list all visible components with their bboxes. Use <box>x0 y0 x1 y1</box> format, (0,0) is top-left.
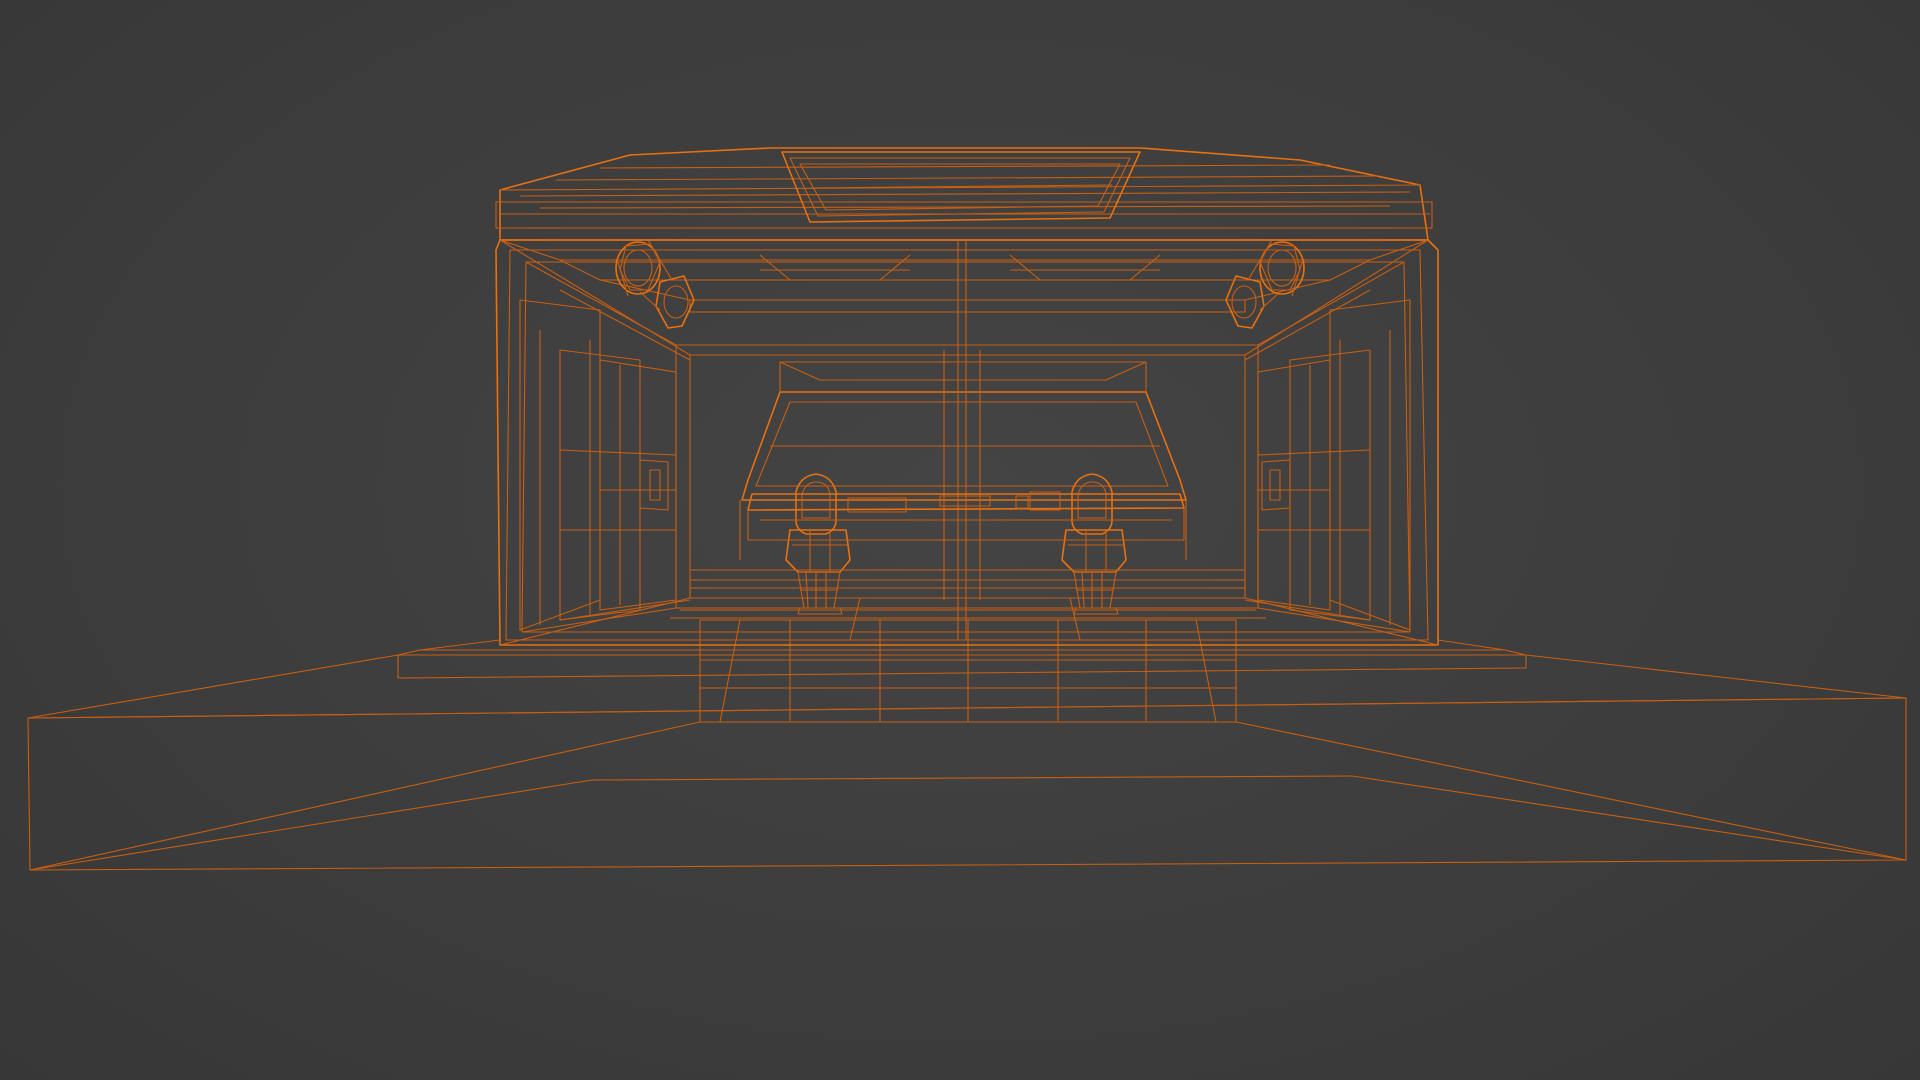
3d-viewport[interactable] <box>0 0 1920 1080</box>
left-ceiling-lamp[interactable] <box>615 239 695 329</box>
room-outer-shell[interactable] <box>495 239 1439 646</box>
center-divider[interactable] <box>690 240 1245 620</box>
right-wall-panels[interactable] <box>1257 299 1411 631</box>
ground-plane[interactable] <box>27 654 1907 871</box>
left-wall-panels[interactable] <box>519 299 677 631</box>
wireframe-scene[interactable] <box>0 0 1920 1080</box>
right-ceiling-lamp[interactable] <box>1225 239 1305 329</box>
right-chair[interactable] <box>1061 473 1127 615</box>
left-chair[interactable] <box>785 473 851 615</box>
